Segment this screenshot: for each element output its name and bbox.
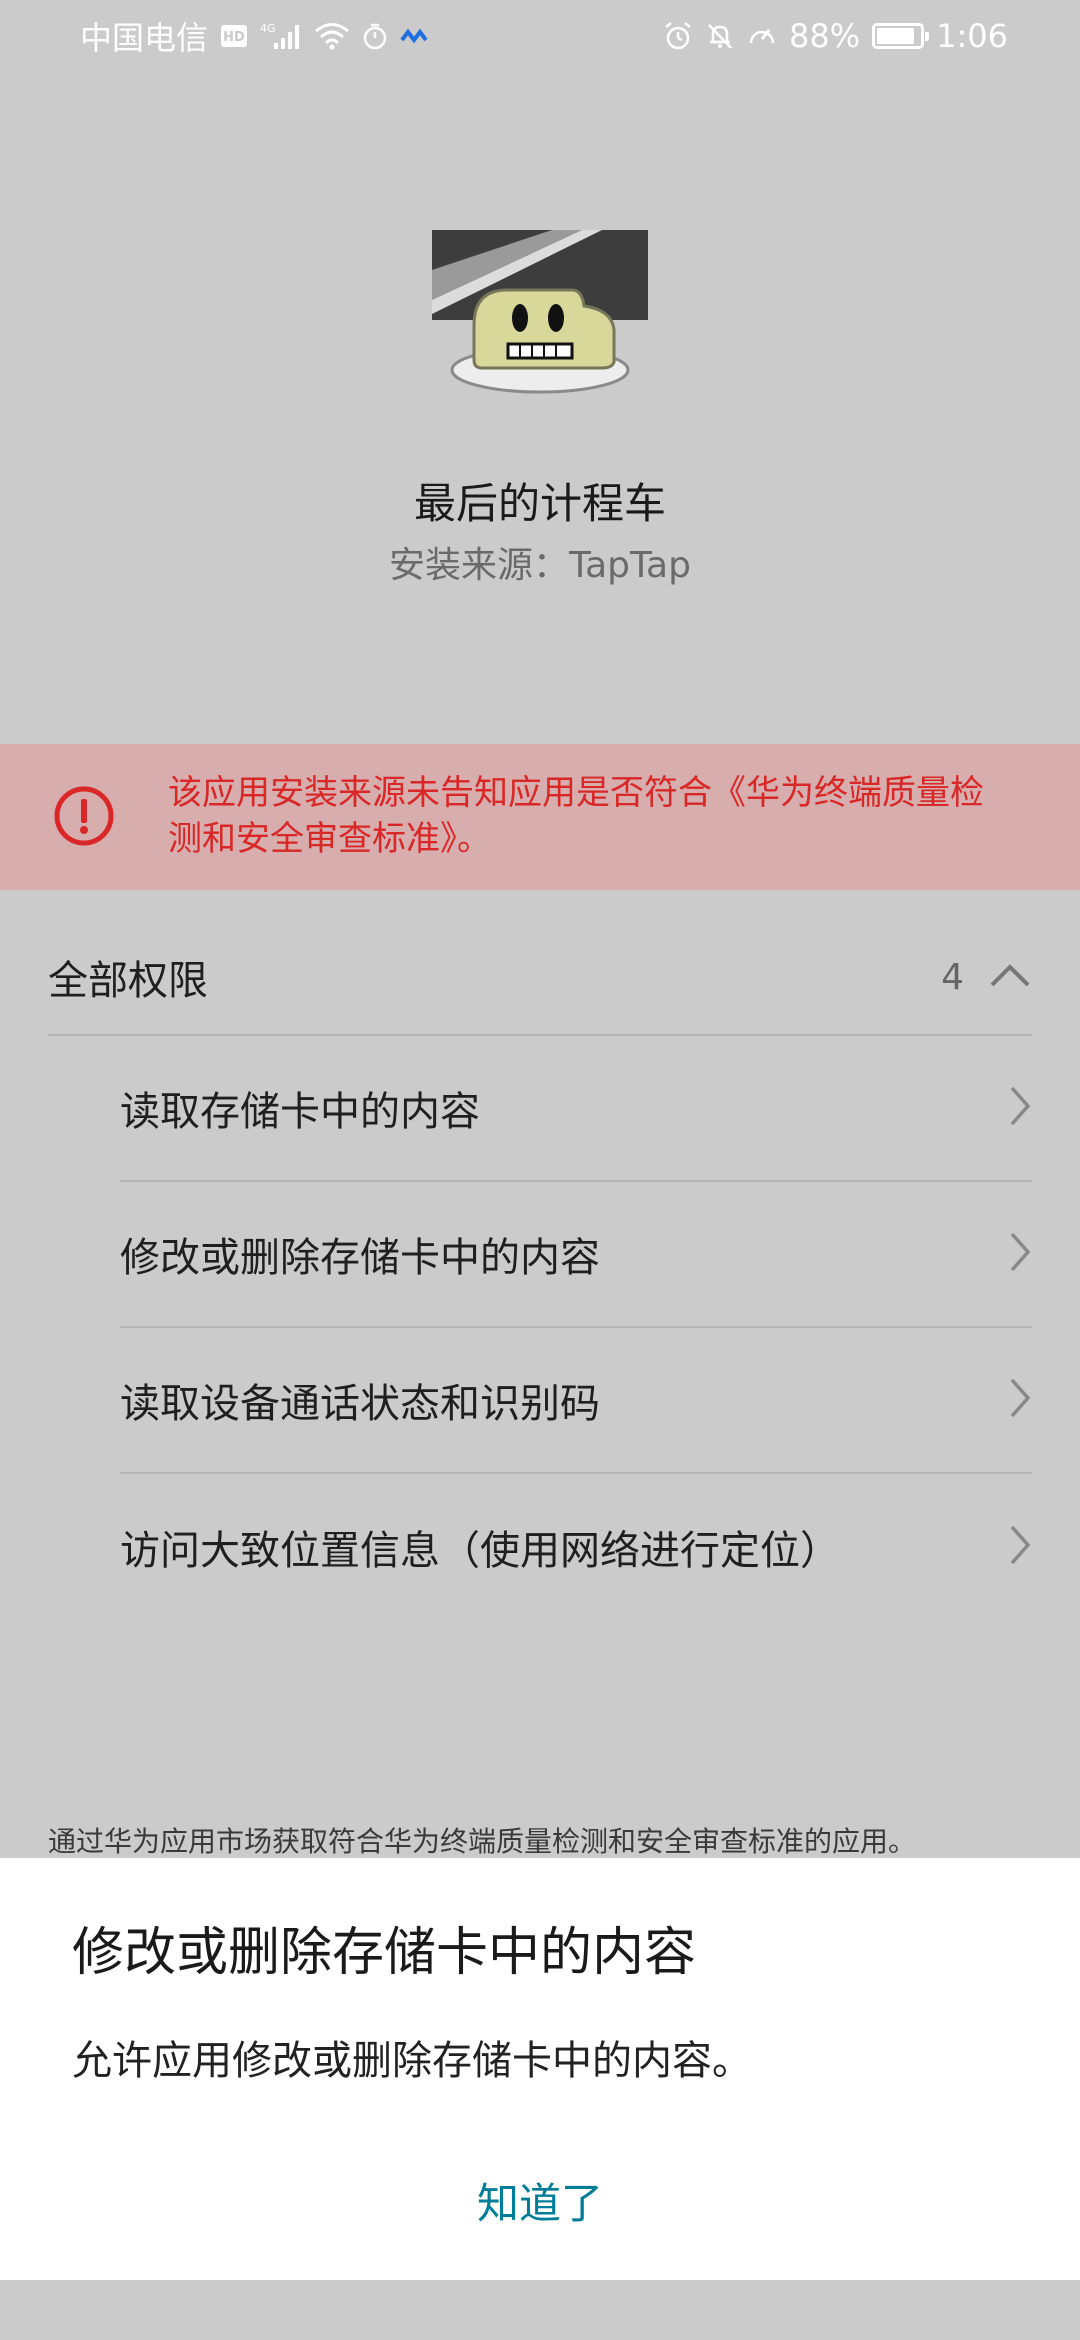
app-icon	[432, 230, 648, 400]
signal-4g-icon: 4G	[260, 21, 302, 51]
permissions-title: 全部权限	[48, 958, 208, 1004]
status-bar-right: 88% 1:06	[663, 17, 1008, 55]
chevron-right-icon	[1008, 1523, 1032, 1571]
app-name: 最后的计程车	[413, 479, 666, 528]
dialog-body: 允许应用修改或删除存储卡中的内容。	[72, 2038, 752, 2084]
chevron-up-icon[interactable]	[988, 961, 1032, 993]
status-bar: 中国电信 HD 4G 88% 1:06	[0, 0, 1080, 72]
got-it-button[interactable]: 知道了	[340, 2152, 740, 2248]
permission-item-read-storage[interactable]: 读取存储卡中的内容	[120, 1036, 1032, 1182]
warning-text: 该应用安装来源未告知应用是否符合《华为终端质量检测和安全审查标准》。	[168, 773, 984, 859]
hd-icon: HD	[220, 24, 248, 48]
permission-dialog: 修改或删除存储卡中的内容 允许应用修改或删除存储卡中的内容。 知道了	[0, 1858, 1080, 2280]
warning-circle-icon	[52, 784, 116, 848]
status-bar-left: 中国电信 HD 4G	[80, 13, 428, 59]
permission-label: 修改或删除存储卡中的内容	[120, 1235, 600, 1281]
battery-percent: 88%	[789, 17, 861, 55]
carrier-label: 中国电信	[80, 19, 209, 57]
speedometer-icon	[747, 21, 777, 51]
footer-note: 通过华为应用市场获取符合华为终端质量检测和安全审查标准的应用。	[48, 1825, 917, 1858]
permissions-count-group: 4	[941, 957, 1032, 998]
permission-label: 访问大致位置信息（使用网络进行定位）	[120, 1528, 840, 1574]
permissions-list: 读取存储卡中的内容 修改或删除存储卡中的内容 读取设备通话状态和识别码 访问大致…	[120, 1036, 1032, 1620]
permission-item-modify-storage[interactable]: 修改或删除存储卡中的内容	[120, 1182, 1032, 1328]
alarm-icon	[663, 21, 693, 51]
battery-fill	[877, 28, 915, 44]
warning-banner: 该应用安装来源未告知应用是否符合《华为终端质量检测和安全审查标准》。	[0, 744, 1080, 890]
timer-icon	[362, 22, 388, 50]
svg-text:4G: 4G	[260, 22, 276, 35]
mute-bell-icon	[705, 21, 735, 51]
permission-item-phone-state[interactable]: 读取设备通话状态和识别码	[120, 1328, 1032, 1474]
dialog-title: 修改或删除存储卡中的内容	[72, 1923, 697, 1983]
permissions-count: 4	[941, 956, 964, 998]
permission-label: 读取设备通话状态和识别码	[120, 1381, 600, 1427]
battery-icon	[872, 23, 930, 49]
permission-label: 读取存储卡中的内容	[120, 1089, 480, 1135]
permission-item-location[interactable]: 访问大致位置信息（使用网络进行定位）	[120, 1474, 1032, 1620]
install-source: 安装来源：TapTap	[389, 545, 691, 586]
chevron-right-icon	[1008, 1376, 1032, 1424]
wifi-icon	[314, 22, 350, 50]
chevron-right-icon	[1008, 1084, 1032, 1132]
svg-text:HD: HD	[223, 30, 245, 45]
app-notification-icon	[400, 26, 428, 46]
clock: 1:06	[936, 17, 1008, 55]
chevron-right-icon	[1008, 1230, 1032, 1278]
permissions-header[interactable]: 全部权限 4	[48, 920, 1032, 1036]
